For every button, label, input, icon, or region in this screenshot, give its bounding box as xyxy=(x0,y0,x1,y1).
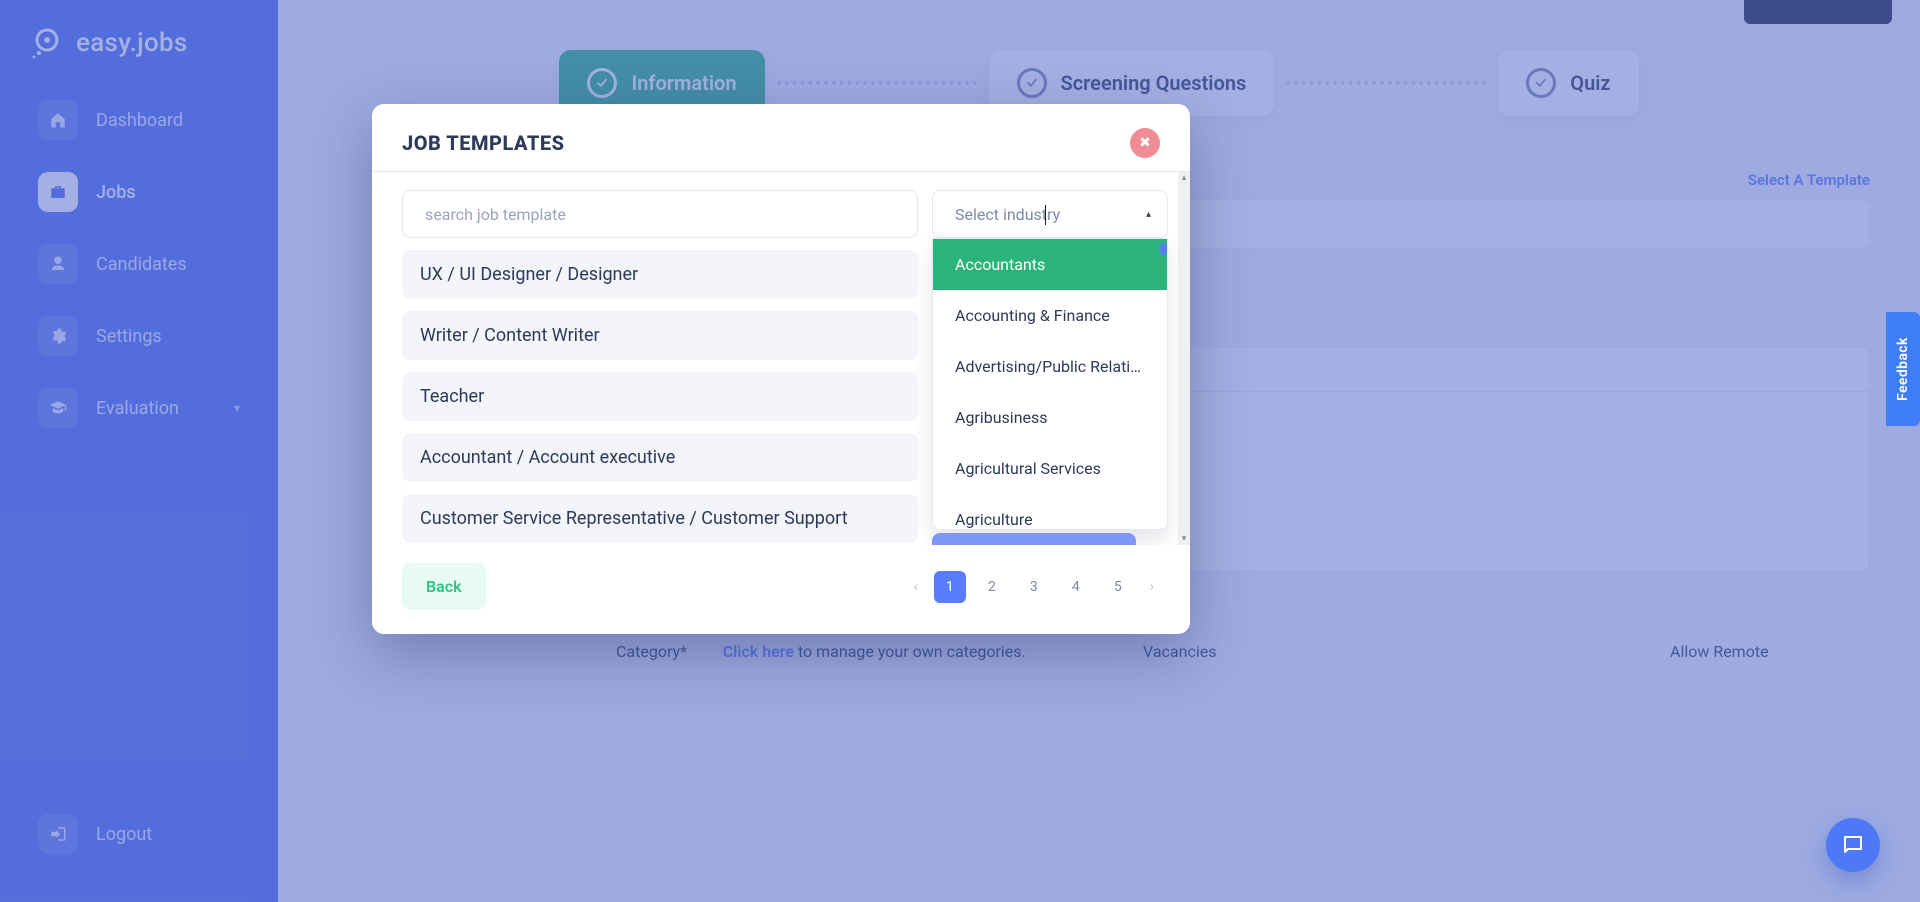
page-number[interactable]: 3 xyxy=(1018,571,1050,603)
industry-option[interactable]: Agribusiness xyxy=(933,392,1167,443)
chat-button[interactable] xyxy=(1826,818,1880,872)
scroll-up-icon[interactable]: ▴ xyxy=(1178,172,1190,184)
close-button[interactable]: ✖ xyxy=(1130,128,1160,158)
template-item[interactable]: Customer Service Representative / Custom… xyxy=(402,494,918,543)
page-number[interactable]: 1 xyxy=(934,571,966,603)
industry-option[interactable]: Agricultural Services xyxy=(933,443,1167,494)
chevron-left-icon: ‹ xyxy=(914,579,918,595)
back-button[interactable]: Back xyxy=(402,563,486,610)
close-icon: ✖ xyxy=(1139,135,1151,151)
industry-column: Select industry ▴ Accountants Accounting… xyxy=(932,190,1168,545)
page-next[interactable]: › xyxy=(1144,579,1160,595)
page-prev[interactable]: ‹ xyxy=(908,579,924,595)
template-item[interactable]: Writer / Content Writer xyxy=(402,311,918,360)
modal-footer: Back ‹ 1 2 3 4 5 › xyxy=(372,545,1190,634)
industry-option[interactable]: Accounting & Finance xyxy=(933,290,1167,341)
dropdown-scrollbar-thumb[interactable] xyxy=(1160,243,1167,255)
job-templates-modal: JOB TEMPLATES ✖ ▴ ▾ UX / UI Designer / D… xyxy=(372,104,1190,634)
industry-option[interactable]: Agriculture xyxy=(933,494,1167,530)
template-list: UX / UI Designer / Designer Writer / Con… xyxy=(402,250,918,543)
industry-option[interactable]: Advertising/Public Relations xyxy=(933,341,1167,392)
page-number[interactable]: 5 xyxy=(1102,571,1134,603)
templates-column: UX / UI Designer / Designer Writer / Con… xyxy=(402,190,918,545)
industry-dropdown-partial xyxy=(932,533,1136,545)
chevron-up-icon: ▴ xyxy=(1146,209,1151,220)
industry-select[interactable]: Select industry ▴ xyxy=(932,190,1168,238)
page-number[interactable]: 4 xyxy=(1060,571,1092,603)
feedback-tab[interactable]: Feedback xyxy=(1886,312,1920,426)
template-item[interactable]: Accountant / Account executive xyxy=(402,433,918,482)
page-number[interactable]: 2 xyxy=(976,571,1008,603)
industry-dropdown: Accountants Accounting & Finance Adverti… xyxy=(932,238,1168,530)
template-item[interactable]: UX / UI Designer / Designer xyxy=(402,250,918,299)
search-template-input[interactable] xyxy=(402,190,918,238)
text-cursor-icon xyxy=(1045,205,1046,225)
chevron-right-icon: › xyxy=(1150,579,1154,595)
pagination: ‹ 1 2 3 4 5 › xyxy=(908,571,1160,603)
chat-icon xyxy=(1841,833,1865,857)
modal-body: ▴ ▾ UX / UI Designer / Designer Writer /… xyxy=(372,171,1190,545)
modal-header: JOB TEMPLATES ✖ xyxy=(372,104,1190,171)
modal-title: JOB TEMPLATES xyxy=(402,131,564,155)
scroll-down-icon[interactable]: ▾ xyxy=(1178,533,1190,545)
template-item[interactable]: Teacher xyxy=(402,372,918,421)
industry-option[interactable]: Accountants xyxy=(933,239,1167,290)
